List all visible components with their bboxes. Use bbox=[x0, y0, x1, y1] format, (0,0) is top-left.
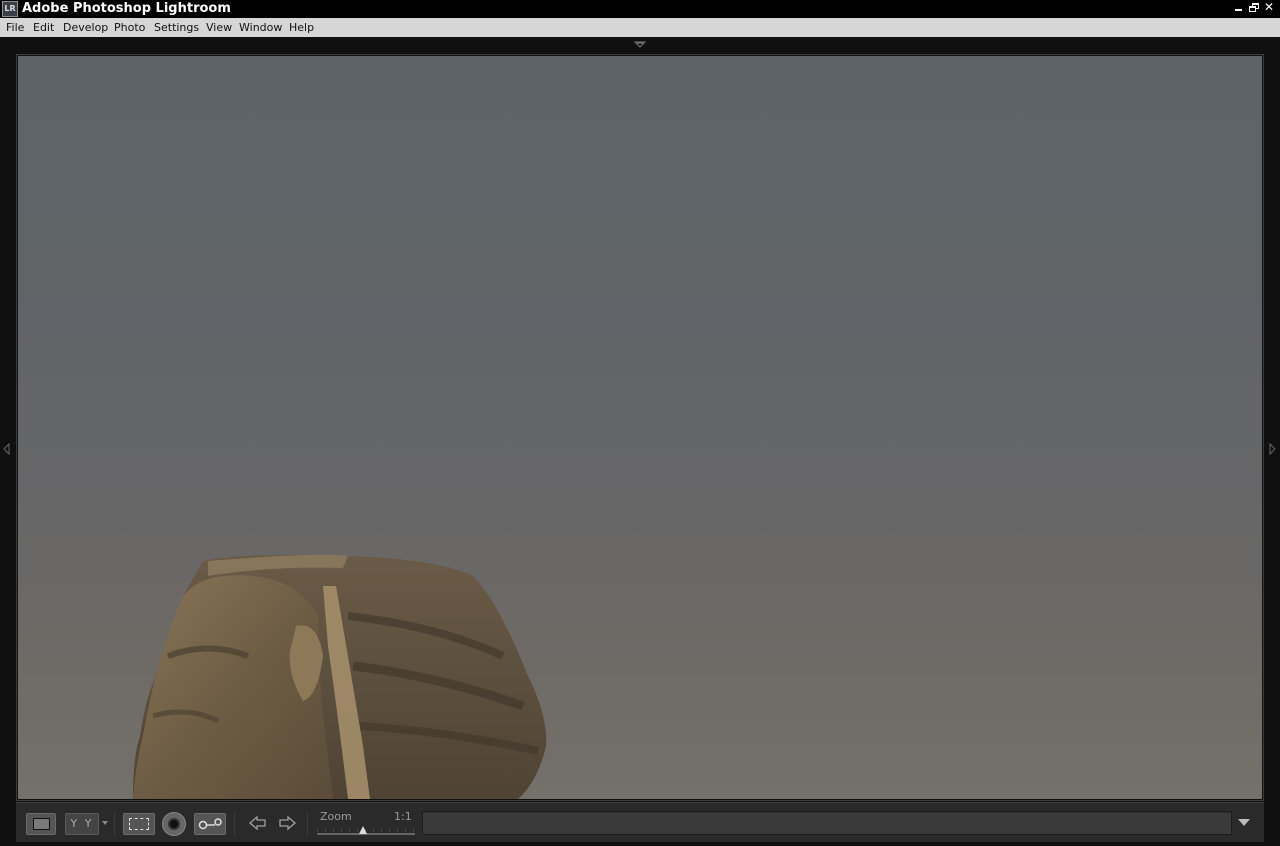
zoom-slider[interactable] bbox=[317, 826, 415, 837]
toolbar-text-field[interactable] bbox=[422, 811, 1232, 835]
spot-removal-button[interactable] bbox=[162, 812, 186, 836]
menu-view[interactable]: View bbox=[206, 18, 232, 37]
red-eye-icon bbox=[198, 818, 222, 830]
toolbar: Y Y Zoom 1:1 bbox=[16, 802, 1264, 842]
toolbar-separator bbox=[307, 811, 308, 837]
menu-bar: File Edit Develop Photo Settings View Wi… bbox=[0, 18, 1280, 37]
photo-canvas[interactable] bbox=[18, 56, 1262, 799]
toolbar-separator bbox=[234, 811, 235, 837]
close-icon[interactable]: ✕ bbox=[1262, 0, 1276, 16]
prev-arrow-icon[interactable] bbox=[248, 814, 268, 832]
before-after-button[interactable]: Y Y bbox=[65, 813, 99, 835]
red-eye-correction-button[interactable] bbox=[194, 813, 226, 835]
menu-file[interactable]: File bbox=[6, 18, 24, 37]
menu-photo[interactable]: Photo bbox=[114, 18, 145, 37]
zoom-label: Zoom bbox=[320, 810, 352, 823]
lightroom-app-icon[interactable]: LR bbox=[2, 1, 18, 17]
toolbar-options-dropdown-icon[interactable] bbox=[1238, 819, 1250, 826]
right-panel-toggle-icon[interactable] bbox=[1268, 442, 1276, 456]
sphinx-head-photo bbox=[133, 554, 547, 799]
zoom-value: 1:1 bbox=[394, 810, 412, 823]
menu-help[interactable]: Help bbox=[289, 18, 314, 37]
toolbar-separator bbox=[114, 811, 115, 837]
zoom-slider-thumb[interactable] bbox=[359, 826, 368, 834]
top-panel-toggle-icon[interactable] bbox=[632, 41, 648, 49]
loupe-view-icon bbox=[33, 818, 50, 830]
loupe-view-button[interactable] bbox=[26, 813, 56, 835]
left-panel-toggle-icon[interactable] bbox=[3, 442, 11, 456]
restore-icon[interactable] bbox=[1247, 0, 1261, 16]
menu-window[interactable]: Window bbox=[239, 18, 282, 37]
before-after-dropdown-icon[interactable] bbox=[102, 821, 108, 825]
spot-removal-icon bbox=[168, 818, 180, 830]
crop-icon bbox=[129, 818, 149, 830]
menu-edit[interactable]: Edit bbox=[33, 18, 54, 37]
minimize-icon[interactable] bbox=[1232, 0, 1246, 16]
menu-settings[interactable]: Settings bbox=[154, 18, 199, 37]
menu-develop[interactable]: Develop bbox=[63, 18, 108, 37]
next-arrow-icon[interactable] bbox=[277, 814, 297, 832]
title-bar: LR Adobe Photoshop Lightroom ✕ bbox=[0, 0, 1280, 18]
crop-overlay-button[interactable] bbox=[123, 813, 155, 835]
window-title: Adobe Photoshop Lightroom bbox=[22, 1, 231, 16]
